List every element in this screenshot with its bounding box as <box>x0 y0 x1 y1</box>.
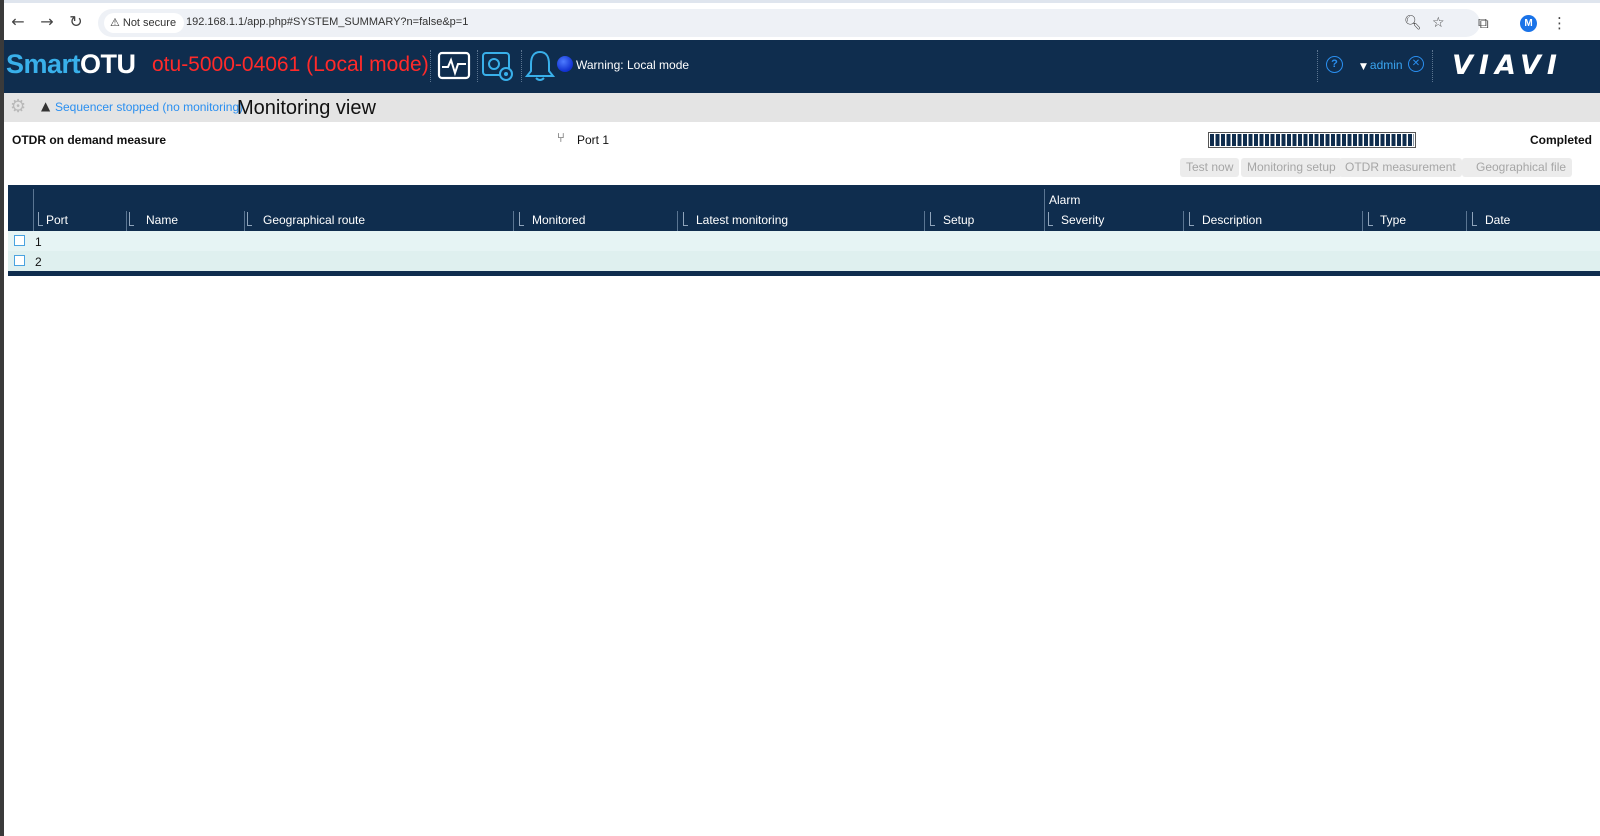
table-footer <box>8 271 1600 276</box>
app-window: ← → ↻ ⚠ Not secure 192.168.1.1/app.php#SY… <box>4 0 1600 836</box>
caret-down-icon: ▼ <box>1360 62 1367 72</box>
sort-handle[interactable] <box>247 212 252 226</box>
column-severity[interactable]: Severity <box>1061 213 1104 227</box>
progress-fill <box>1210 134 1414 146</box>
extensions-icon[interactable]: ⧉ <box>1478 13 1489 33</box>
column-type[interactable]: Type <box>1380 213 1406 227</box>
sort-handle[interactable] <box>930 212 935 226</box>
brand-smart: Smart <box>6 49 81 79</box>
table-header: Alarm Port Name Geographical route Monit… <box>8 185 1600 231</box>
device-title: otu-5000-04061 (Local mode) <box>152 53 429 76</box>
divider <box>477 50 478 82</box>
not-secure-label: Not secure <box>122 17 177 29</box>
sequencer-status-link[interactable]: Sequencer stopped (no monitoring) <box>55 100 243 114</box>
progress-bar <box>1208 132 1416 148</box>
viavi-logo: VIAVI <box>1452 50 1563 81</box>
brand-logo: SmartOTU <box>6 49 136 80</box>
gear-disabled-icon: ⚙ <box>10 96 27 117</box>
column-date[interactable]: Date <box>1485 213 1510 227</box>
column-divider <box>244 211 245 231</box>
help-icon[interactable]: ? <box>1326 56 1343 73</box>
warning-triangle-icon: ▲ <box>41 99 51 113</box>
test-now-button[interactable]: Test now <box>1180 158 1240 177</box>
column-divider <box>1362 211 1363 231</box>
not-secure-chip[interactable]: ⚠ Not secure <box>104 13 185 33</box>
measure-status: Completed <box>1529 133 1592 147</box>
table-row[interactable]: 1 <box>8 231 1600 251</box>
forward-icon[interactable]: → <box>37 12 57 32</box>
sort-handle[interactable] <box>1189 212 1194 226</box>
sort-handle[interactable] <box>1472 212 1477 226</box>
bookmark-star-icon[interactable]: ☆ <box>1432 14 1445 32</box>
divider <box>1317 50 1318 82</box>
warning-label: Warning: <box>576 58 624 72</box>
column-divider <box>1044 189 1045 231</box>
more-menu-icon[interactable]: ⋮ <box>1552 13 1567 33</box>
logout-icon[interactable]: ✕ <box>1408 56 1424 72</box>
fiber-port-icon: ⑂ <box>557 131 565 146</box>
back-icon[interactable]: ← <box>8 12 28 32</box>
brand-otu: OTU <box>80 49 136 79</box>
settings-gears-icon[interactable] <box>480 48 516 84</box>
app-header: SmartOTU otu-5000-04061 (Local mode) War… <box>4 40 1600 93</box>
warning-triangle-icon: ⚠ <box>110 16 120 29</box>
row-port: 1 <box>35 235 42 249</box>
measure-label: OTDR on demand measure <box>12 133 167 147</box>
sort-handle[interactable] <box>38 212 43 226</box>
column-description[interactable]: Description <box>1202 213 1262 227</box>
browser-toolbar: ← → ↻ ⚠ Not secure 192.168.1.1/app.php#SY… <box>4 0 1600 40</box>
monitoring-setup-button[interactable]: Monitoring setup <box>1241 158 1342 177</box>
port-label: Port 1 <box>577 133 610 147</box>
table-row[interactable]: 2 <box>8 251 1600 271</box>
page-title: Monitoring view <box>237 97 376 119</box>
reload-icon[interactable]: ↻ <box>66 12 86 32</box>
warning-text: Local mode <box>627 58 690 72</box>
status-led-icon <box>557 56 573 72</box>
bell-icon[interactable] <box>522 48 558 84</box>
divider <box>1432 50 1433 82</box>
alarm-group-header: Alarm <box>1049 193 1081 207</box>
geographical-file-label: Geographical file <box>1476 160 1567 174</box>
geographical-file-button[interactable]: Geographical file <box>1462 158 1573 177</box>
column-divider <box>924 211 925 231</box>
column-divider <box>677 211 678 231</box>
row-port: 2 <box>35 255 42 269</box>
address-bar[interactable]: ⚠ Not secure 192.168.1.1/app.php#SYSTEM_S… <box>98 9 1480 37</box>
sort-handle[interactable] <box>129 212 134 226</box>
view-subheader: ⚙ ▲ Sequencer stopped (no monitoring) Mo… <box>4 93 1600 122</box>
otdr-measurement-button[interactable]: OTDR measurement <box>1339 158 1462 177</box>
column-divider <box>126 211 127 231</box>
profile-avatar[interactable]: M <box>1520 15 1537 32</box>
sort-handle[interactable] <box>1368 212 1373 226</box>
url-text[interactable]: 192.168.1.1/app.php#SYSTEM_SUMMARY?n=fal… <box>186 16 468 28</box>
row-checkbox[interactable] <box>14 255 25 266</box>
column-latest-monitoring[interactable]: Latest monitoring <box>696 213 788 227</box>
zoom-icon[interactable]: 🔍︎ <box>1404 14 1422 32</box>
user-menu[interactable]: ▼ admin <box>1360 58 1403 72</box>
column-divider <box>33 189 34 231</box>
column-port[interactable]: Port <box>46 213 68 227</box>
column-setup[interactable]: Setup <box>943 213 974 227</box>
sort-handle[interactable] <box>519 212 524 226</box>
divider <box>430 50 431 82</box>
column-geographical-route[interactable]: Geographical route <box>263 213 365 227</box>
row-checkbox[interactable] <box>14 235 25 246</box>
column-monitored[interactable]: Monitored <box>532 213 585 227</box>
user-name: admin <box>1369 58 1403 72</box>
sort-handle[interactable] <box>683 212 688 226</box>
column-name[interactable]: Name <box>146 213 178 227</box>
column-divider <box>513 211 514 231</box>
sort-handle[interactable] <box>1048 212 1053 226</box>
column-divider <box>1466 211 1467 231</box>
monitor-chart-icon[interactable] <box>436 48 472 84</box>
column-divider <box>1183 211 1184 231</box>
